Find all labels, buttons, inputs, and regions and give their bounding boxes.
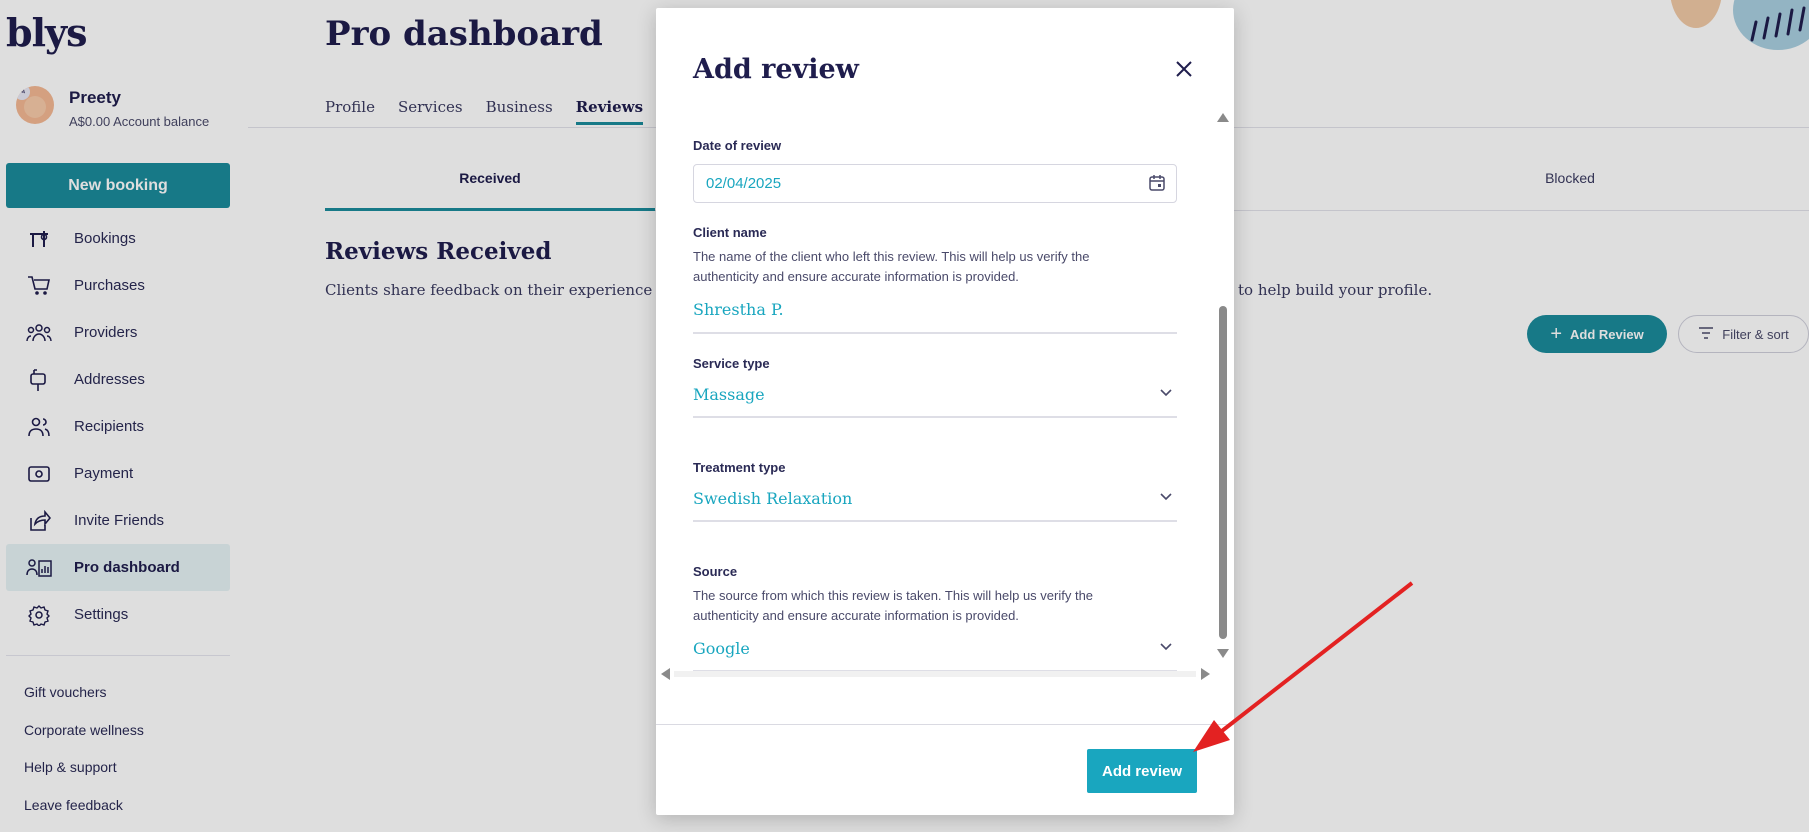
client-name-label: Client name: [693, 225, 767, 240]
calendar-icon[interactable]: [1148, 174, 1166, 197]
chevron-down-icon[interactable]: [1159, 488, 1173, 504]
source-label: Source: [693, 564, 738, 579]
modal-vertical-scrollbar[interactable]: [1215, 113, 1231, 663]
chevron-down-icon[interactable]: [1159, 638, 1173, 654]
close-icon[interactable]: [1169, 54, 1199, 84]
chevron-down-icon[interactable]: [1159, 384, 1173, 400]
scroll-down-arrow-icon[interactable]: [1217, 649, 1229, 658]
scroll-right-arrow-icon[interactable]: [1201, 668, 1210, 680]
modal-footer-divider: [656, 724, 1234, 725]
modal-title: Add review: [693, 54, 859, 85]
service-type-label: Service type: [693, 356, 770, 371]
add-review-submit-button[interactable]: Add review: [1087, 749, 1197, 793]
source-select[interactable]: Google: [693, 639, 750, 658]
date-value: 02/04/2025: [706, 175, 782, 192]
scroll-up-arrow-icon[interactable]: [1217, 113, 1229, 122]
treatment-type-select[interactable]: Swedish Relaxation: [693, 489, 852, 508]
treatment-type-label: Treatment type: [693, 460, 786, 475]
add-review-modal: Add review Date of review 02/04/2025 Cli…: [656, 8, 1234, 815]
modal-horizontal-scrollbar[interactable]: [674, 671, 1196, 677]
scroll-left-arrow-icon[interactable]: [661, 668, 670, 680]
date-field[interactable]: 02/04/2025: [693, 164, 1177, 203]
source-help: The source from which this review is tak…: [693, 588, 1094, 623]
scrollbar-thumb[interactable]: [1219, 306, 1227, 639]
client-name-help: The name of the client who left this rev…: [693, 249, 1090, 284]
client-name-underline: [693, 332, 1177, 334]
treatment-type-underline: [693, 520, 1177, 522]
service-type-select[interactable]: Massage: [693, 385, 765, 404]
date-label: Date of review: [693, 138, 782, 153]
service-type-underline: [693, 416, 1177, 418]
client-name-input[interactable]: Shrestha P.: [693, 300, 784, 319]
